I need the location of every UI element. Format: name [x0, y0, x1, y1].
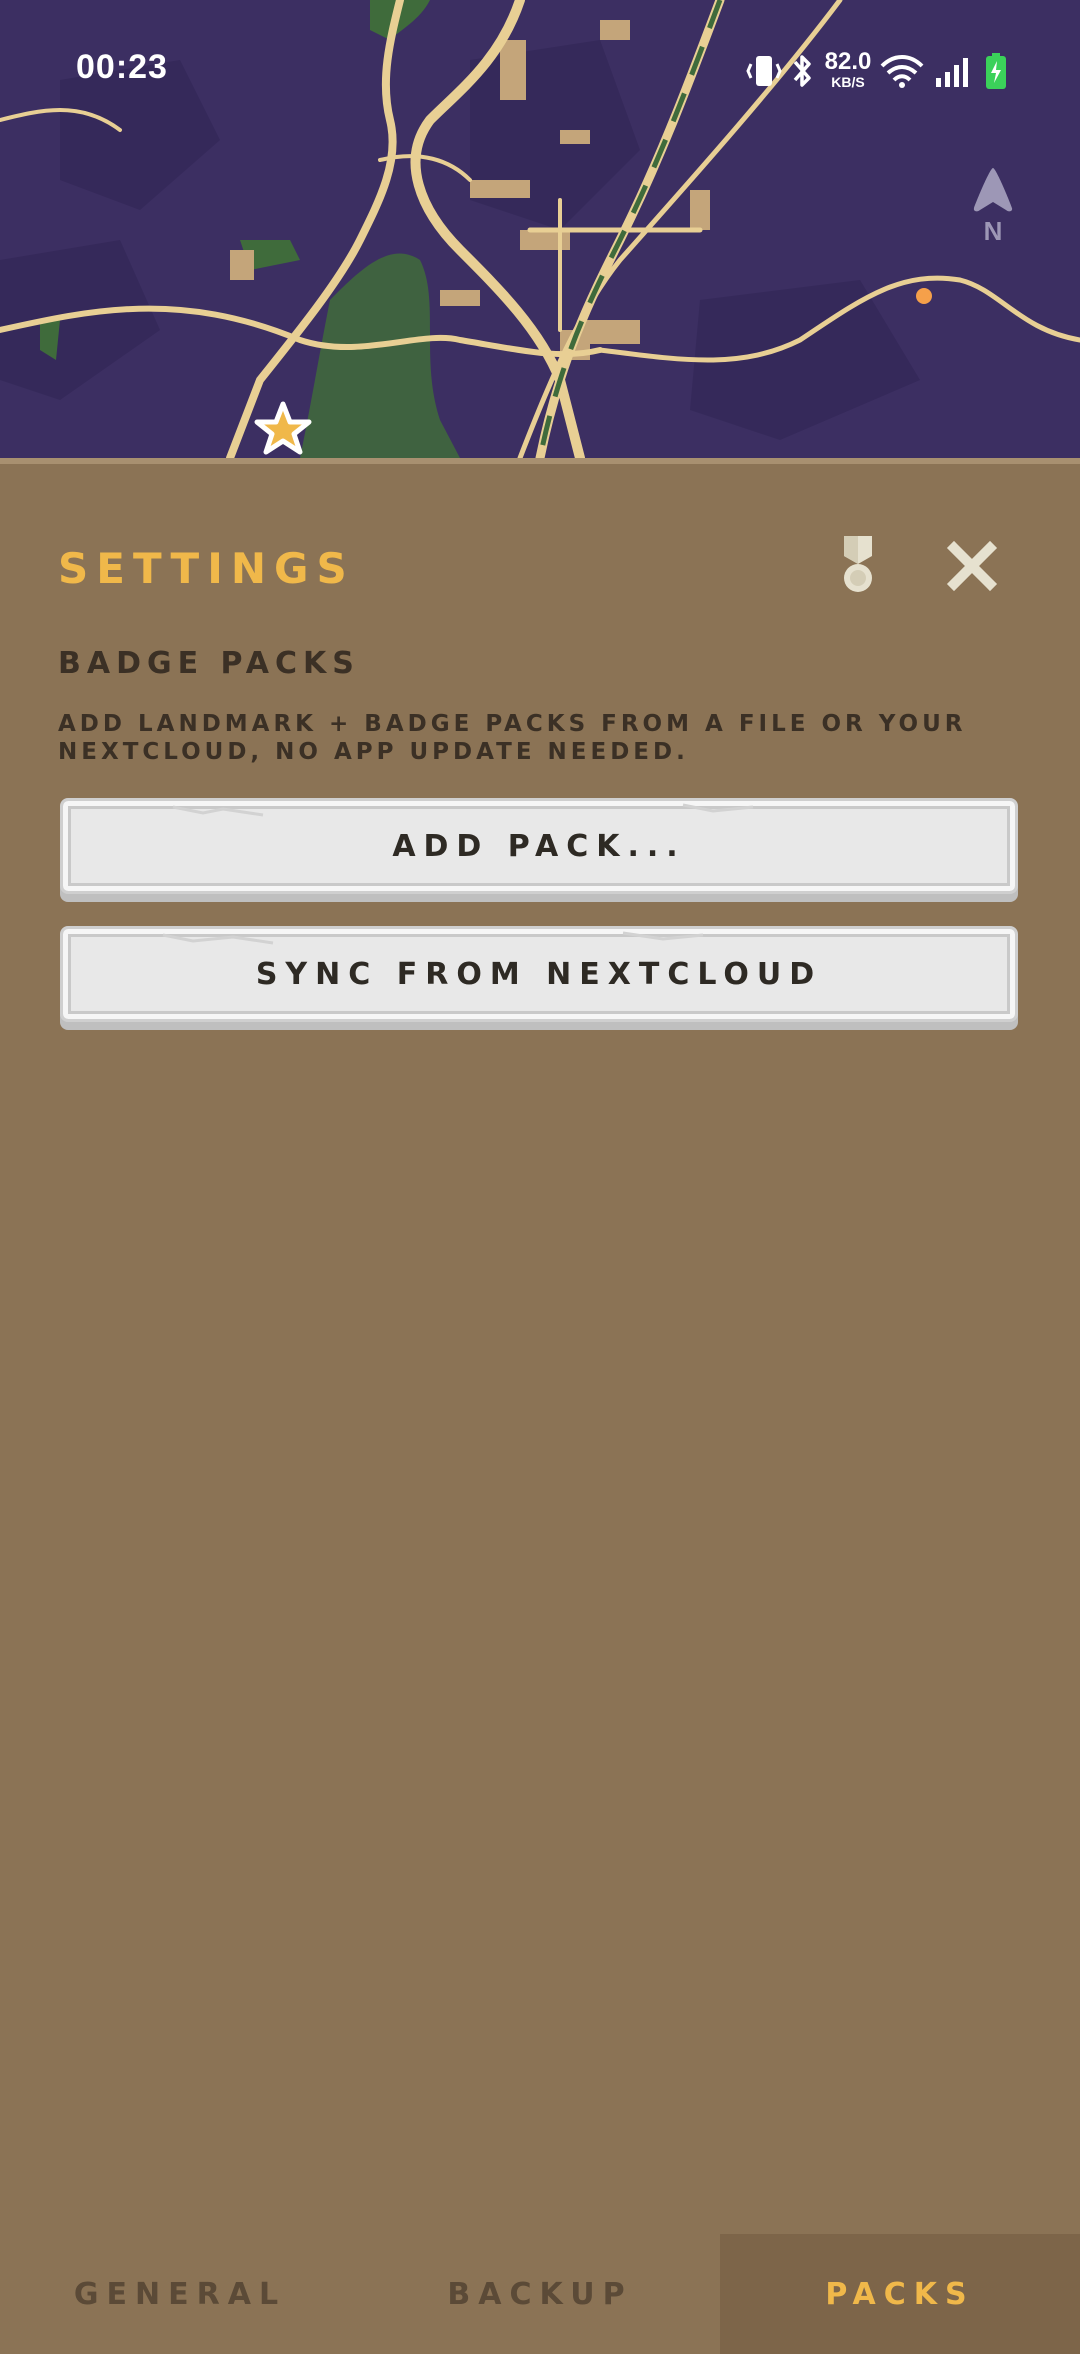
map-view[interactable]: 00:23 82.0 KB/S N	[0, 0, 1080, 458]
network-speed: 82.0 KB/S	[820, 48, 876, 90]
sync-nextcloud-label: SYNC FROM NEXTCLOUD	[255, 956, 823, 992]
add-pack-button[interactable]: ADD PACK...	[60, 798, 1018, 894]
status-bar: 00:23 82.0 KB/S	[0, 0, 1080, 140]
sync-nextcloud-button[interactable]: SYNC FROM NEXTCLOUD	[60, 926, 1018, 1022]
page-title: SETTINGS	[58, 544, 355, 593]
bluetooth-icon	[793, 55, 811, 87]
close-button[interactable]	[946, 540, 998, 592]
wifi-icon	[880, 55, 924, 88]
network-speed-value: 82.0	[824, 48, 872, 75]
medal-icon	[844, 536, 872, 592]
compass[interactable]: N	[966, 166, 1020, 246]
compass-arrow-icon	[973, 168, 1013, 212]
settings-panel: SETTINGS BADGE PACKS Add landmark + badg…	[0, 458, 1080, 2354]
cell-signal-icon	[936, 58, 968, 87]
battery-charging-icon	[986, 53, 1006, 89]
tab-packs[interactable]: PACKS	[720, 2234, 1080, 2354]
close-icon	[946, 540, 998, 592]
compass-label: N	[983, 216, 1003, 246]
add-pack-label: ADD PACK...	[392, 828, 686, 864]
bottom-tab-bar: GENERAL BACKUP PACKS	[0, 2234, 1080, 2354]
app-root: 00:23 82.0 KB/S N SETTINGS BADGE PACKS A…	[0, 0, 1080, 2354]
tab-general[interactable]: GENERAL	[0, 2234, 360, 2354]
network-speed-unit: KB/S	[831, 74, 865, 90]
badge-button[interactable]	[830, 534, 886, 598]
location-marker-icon[interactable]	[916, 288, 932, 304]
vibrate-icon	[746, 56, 782, 86]
tab-backup[interactable]: BACKUP	[360, 2234, 720, 2354]
section-description: Add landmark + badge packs from a file o…	[58, 711, 967, 765]
section-heading: BADGE PACKS	[58, 646, 360, 681]
status-time: 00:23	[76, 48, 168, 86]
